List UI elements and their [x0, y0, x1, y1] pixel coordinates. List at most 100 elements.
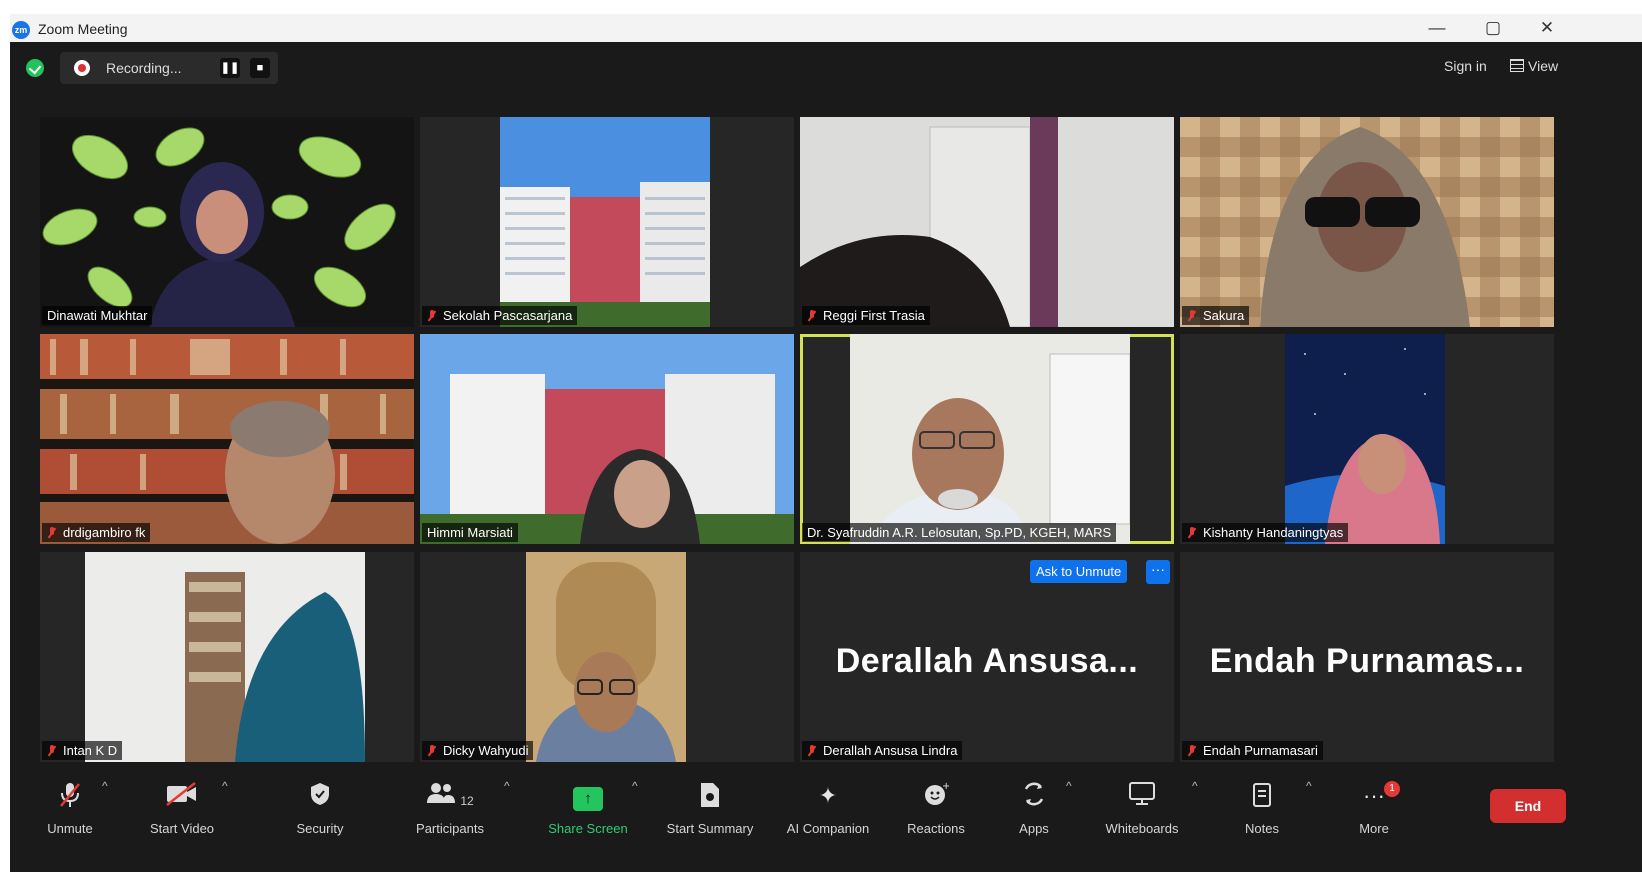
ai-companion-label: AI Companion — [786, 821, 870, 836]
muted-mic-icon — [47, 745, 57, 757]
participant-name: Sekolah Pascasarjana — [422, 306, 578, 325]
room-video — [800, 117, 1174, 327]
apps-options-caret[interactable]: ^ — [1066, 779, 1072, 793]
muted-mic-icon — [807, 310, 817, 322]
security-label: Security — [296, 821, 344, 836]
participants-label: Participants — [416, 821, 484, 836]
encryption-shield-icon[interactable] — [26, 59, 44, 77]
video-tile-no-video[interactable]: Endah Purnamas... Endah Purnamasari — [1180, 552, 1554, 762]
participant-name: Dicky Wahyudi — [422, 741, 534, 760]
muted-mic-icon — [1187, 310, 1197, 322]
participant-name: Dr. Syafruddin A.R. Lelosutan, Sp.PD, KG… — [802, 523, 1117, 542]
participant-name: drdigambiro fk — [42, 523, 151, 542]
apps-label: Apps — [1019, 821, 1049, 836]
whiteboards-options-caret[interactable]: ^ — [1192, 779, 1198, 793]
view-button[interactable]: View — [1510, 58, 1558, 74]
muted-mic-icon — [807, 745, 817, 757]
notes-button[interactable]: ^ Notes — [1202, 779, 1322, 836]
maximize-button[interactable]: ▢ — [1478, 17, 1508, 39]
sign-in-link[interactable]: Sign in — [1444, 58, 1487, 74]
video-tile[interactable]: Intan K D — [40, 552, 414, 762]
stop-recording-button[interactable]: ■ — [250, 58, 270, 78]
participant-name: Himmi Marsiati — [422, 523, 518, 542]
window-title: Zoom Meeting — [38, 21, 128, 37]
whiteboards-button[interactable]: ^ Whiteboards — [1082, 779, 1202, 836]
end-meeting-button[interactable]: End — [1490, 789, 1566, 823]
minimize-button[interactable]: — — [1422, 17, 1452, 39]
video-tile[interactable]: Kishanty Handaningtyas — [1180, 334, 1554, 544]
ai-companion-button[interactable]: ✦ AI Companion — [768, 781, 888, 836]
unmute-label: Unmute — [47, 821, 93, 836]
whiteboard-icon — [1082, 781, 1202, 811]
document-summary-icon — [650, 781, 770, 811]
more-dots-icon: ··· 1 — [1314, 781, 1434, 811]
participant-name: Dinawati Mukhtar — [42, 306, 153, 325]
leaf-background — [42, 127, 396, 327]
video-tile-no-video[interactable]: Ask to Unmute ··· Derallah Ansusa... Der… — [800, 552, 1174, 762]
video-tile[interactable]: Dinawati Mukhtar — [40, 117, 414, 327]
muted-mic-icon — [47, 527, 57, 539]
start-video-label: Start Video — [149, 821, 215, 836]
more-label: More — [1359, 821, 1389, 836]
pause-recording-button[interactable]: ❚❚ — [220, 58, 240, 78]
unmute-button[interactable]: ^ Unmute — [10, 779, 130, 836]
participants-options-caret[interactable]: ^ — [504, 779, 510, 793]
notes-options-caret[interactable]: ^ — [1306, 779, 1312, 793]
video-tile[interactable]: Himmi Marsiati — [420, 334, 794, 544]
start-video-button[interactable]: ^ Start Video — [122, 779, 242, 836]
recording-label: Recording... — [106, 60, 182, 76]
shield-icon — [260, 781, 380, 811]
participant-name: Reggi First Trasia — [802, 306, 930, 325]
video-feed — [1285, 334, 1445, 544]
office-video — [850, 334, 1130, 544]
hall-video — [526, 552, 686, 762]
video-tile[interactable]: drdigambiro fk — [40, 334, 414, 544]
video-tile[interactable]: Reggi First Trasia — [800, 117, 1174, 327]
participant-name: Sakura — [1182, 306, 1250, 325]
wood-wall-video — [1180, 117, 1554, 327]
video-feed — [1180, 117, 1554, 327]
meeting-toolbar: ^ Unmute ^ Start Video Security 12 ^ Par… — [10, 765, 1642, 872]
participants-button[interactable]: 12 ^ Participants — [390, 779, 510, 836]
tile-more-options-button[interactable]: ··· — [1146, 560, 1170, 584]
participant-display-name: Endah Purnamas... — [1209, 642, 1525, 680]
share-screen-label: Share Screen — [548, 821, 628, 836]
video-feed — [500, 117, 710, 327]
muted-mic-icon — [1187, 527, 1197, 539]
start-summary-button[interactable]: Start Summary — [650, 781, 770, 836]
participants-icon: 12 — [390, 781, 510, 811]
ask-to-unmute-button[interactable]: Ask to Unmute — [1030, 560, 1128, 583]
more-button[interactable]: ··· 1 More — [1314, 781, 1434, 836]
participant-name: Derallah Ansusa Lindra — [802, 741, 963, 760]
apps-button[interactable]: ^ Apps — [974, 779, 1094, 836]
video-feed — [800, 117, 1174, 327]
video-feed — [40, 117, 414, 327]
share-options-caret[interactable]: ^ — [632, 779, 638, 793]
share-screen-button[interactable]: ↑ ^ Share Screen — [528, 779, 648, 836]
video-feed — [850, 334, 1130, 544]
notification-badge: 1 — [1384, 781, 1400, 797]
grid-view-icon — [1510, 59, 1524, 72]
title-bar: zm Zoom Meeting — ▢ ✕ — [10, 14, 1642, 42]
audio-options-caret[interactable]: ^ — [102, 779, 108, 793]
record-icon — [74, 60, 90, 76]
video-feed — [420, 334, 794, 544]
participant-name: Kishanty Handaningtyas — [1182, 523, 1349, 542]
video-tile[interactable]: Sakura — [1180, 117, 1554, 327]
bookshelf-video — [40, 334, 414, 544]
close-button[interactable]: ✕ — [1532, 17, 1562, 39]
view-label: View — [1528, 58, 1559, 74]
video-options-caret[interactable]: ^ — [222, 779, 228, 793]
share-screen-icon: ↑ — [528, 781, 648, 811]
video-tile[interactable]: Dicky Wahyudi — [420, 552, 794, 762]
svg-text:+: + — [942, 781, 949, 792]
notes-label: Notes — [1245, 821, 1279, 836]
campus-building-image — [500, 117, 710, 327]
security-button[interactable]: Security — [260, 781, 380, 836]
video-tile[interactable]: Sekolah Pascasarjana — [420, 117, 794, 327]
participant-name: Intan K D — [42, 741, 123, 760]
video-tile-active-speaker[interactable]: Dr. Syafruddin A.R. Lelosutan, Sp.PD, KG… — [800, 334, 1174, 544]
participant-count: 12 — [460, 794, 474, 808]
participant-display-name: Derallah Ansusa... — [835, 642, 1139, 680]
notes-icon — [1202, 781, 1322, 811]
